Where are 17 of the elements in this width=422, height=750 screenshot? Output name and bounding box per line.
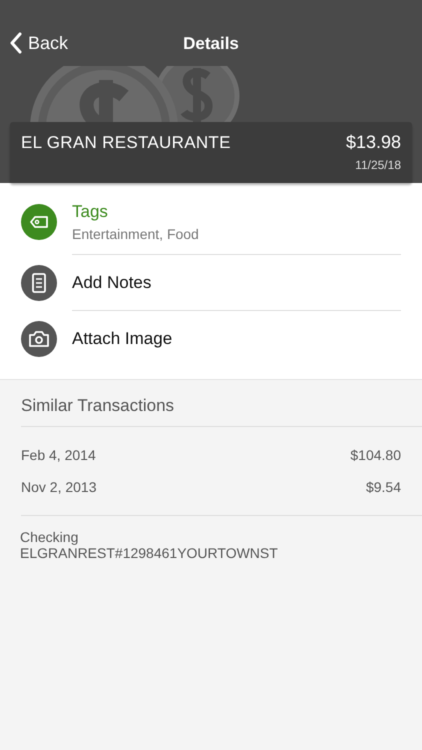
date: 11/25/18 xyxy=(355,158,401,172)
transaction-amount: $104.80 xyxy=(350,447,401,463)
chevron-left-icon xyxy=(9,32,22,54)
transaction-date: Nov 2, 2013 xyxy=(21,479,96,495)
section-title: Similar Transactions xyxy=(21,380,422,427)
transaction-amount: $9.54 xyxy=(366,479,401,495)
tag-list: Entertainment, Food xyxy=(72,226,199,242)
account-description: ELGRANREST#1298461YOURTOWNST xyxy=(20,545,279,561)
merchant-name: EL GRAN RESTAURANTE xyxy=(21,133,231,154)
action-item[interactable]: Attach Image xyxy=(72,329,172,349)
account-name: Checking xyxy=(20,529,80,545)
amount: $13.98 xyxy=(346,132,401,153)
action-item[interactable]: Add Notes xyxy=(72,272,152,292)
screen-title: Details xyxy=(183,34,239,54)
action-item[interactable]: Tags xyxy=(72,202,108,222)
back-button[interactable]: Back xyxy=(9,32,68,54)
transaction-date: Feb 4, 2014 xyxy=(21,447,96,463)
